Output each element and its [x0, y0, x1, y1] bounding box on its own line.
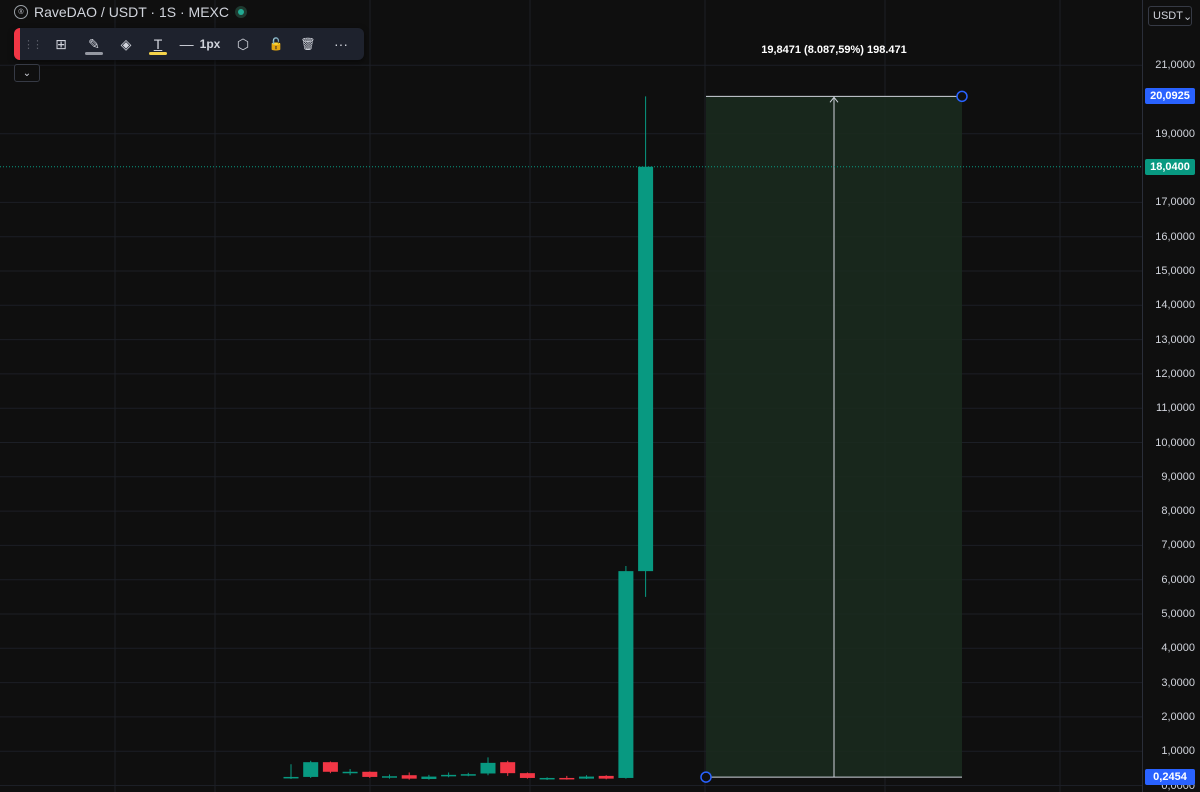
candle-up: [539, 777, 555, 780]
fill-color-icon[interactable]: ◈: [110, 28, 142, 60]
price-tick-label: 3,0000: [1161, 676, 1195, 689]
price-tick-label: 17,0000: [1155, 196, 1195, 209]
candle-up: [460, 774, 476, 776]
price-tick-label: 15,0000: [1155, 265, 1195, 277]
price-axis[interactable]: 21,0000 19,0000 17,0000 16,0000 15,0000 14,00…: [1142, 0, 1200, 792]
chevron-down-icon: ⌄: [22, 67, 32, 79]
price-tick-label: 7,0000: [1161, 539, 1195, 552]
pencil-icon: ✎: [88, 35, 100, 52]
candle-up: [421, 776, 437, 779]
price-tag: 20,0925: [1145, 88, 1195, 105]
text-color-button[interactable]: T: [142, 28, 174, 60]
price-tick-label: 21,0000: [1155, 59, 1195, 72]
price-tick-label: 19,0000: [1155, 127, 1195, 140]
price-tick-label: 2,0000: [1161, 710, 1195, 723]
measure-handle-end[interactable]: [956, 90, 968, 103]
price-tag: 0,2454: [1145, 769, 1195, 786]
price-tick-label: 14,0000: [1155, 299, 1195, 312]
price-tick-label: 6,0000: [1161, 573, 1195, 586]
candle-down: [598, 775, 614, 779]
price-tick-label: 12,0000: [1155, 367, 1195, 380]
symbol-header[interactable]: ® RaveDAO / USDT · 1S · MEXC: [14, 4, 248, 20]
candle-up: [618, 571, 634, 778]
price-tick-label: 4,0000: [1161, 642, 1195, 655]
text-icon: T: [153, 36, 163, 52]
price-tick-label: 11,0000: [1156, 402, 1195, 415]
templates-icon[interactable]: ⊞: [44, 28, 78, 60]
candle-down: [401, 775, 417, 779]
price-tag: 18,0400: [1145, 158, 1195, 175]
currency-select[interactable]: USDT ⌄: [1148, 6, 1192, 26]
trash-icon[interactable]: 🗑: [292, 28, 324, 60]
drawing-toolbar: ⋮⋮ ⊞ ✎ ◈ T — 1px ⬡ 🔓 🗑 ···: [14, 28, 364, 60]
candle-up: [382, 776, 397, 778]
measure-handle-start[interactable]: [700, 771, 712, 783]
lock-icon[interactable]: 🔓: [260, 28, 292, 60]
price-tick-label: 1,0000: [1161, 745, 1195, 758]
candle-up: [342, 771, 358, 774]
candle-down: [322, 762, 338, 772]
candle-up: [579, 776, 594, 779]
candle-down: [500, 762, 516, 774]
price-tick-label: 16,0000: [1155, 230, 1195, 243]
more-icon[interactable]: ···: [324, 28, 358, 60]
collapse-button[interactable]: ⌄: [14, 64, 40, 82]
candle-down: [362, 771, 378, 777]
price-tick-label: 8,0000: [1161, 505, 1195, 518]
symbol-title[interactable]: RaveDAO / USDT · 1S · MEXC: [34, 4, 229, 20]
text-color-swatch: [149, 52, 167, 55]
candle-up: [303, 762, 319, 777]
chart-canvas[interactable]: [0, 0, 1142, 792]
candle-up: [480, 762, 496, 774]
price-tick-label: 10,0000: [1155, 436, 1195, 449]
symbol-logo-icon: ®: [14, 5, 28, 19]
drag-handle-icon[interactable]: ⋮⋮: [20, 28, 44, 60]
candle-up: [638, 166, 654, 572]
candle-up: [441, 774, 457, 777]
settings-icon[interactable]: ⬡: [226, 28, 260, 60]
price-tick-label: 13,0000: [1155, 333, 1195, 346]
chart-area[interactable]: [0, 0, 1142, 792]
chevron-down-icon: ⌄: [1182, 10, 1193, 23]
line-width-button[interactable]: — 1px: [174, 28, 226, 60]
price-tick-label: 9,0000: [1161, 470, 1195, 483]
line-style-icon: —: [179, 36, 194, 52]
market-status-icon: [235, 6, 248, 18]
line-width-label: 1px: [199, 37, 221, 51]
candle-down: [559, 777, 575, 780]
candle-down: [519, 773, 535, 778]
price-tick-label: 5,0000: [1161, 608, 1195, 620]
candle-up: [283, 776, 299, 779]
line-color-swatch: [85, 52, 103, 55]
measure-label: 19,8471 (8.087,59%) 198.471: [761, 44, 907, 56]
currency-label: USDT: [1153, 10, 1183, 22]
line-color-button[interactable]: ✎: [78, 28, 110, 60]
